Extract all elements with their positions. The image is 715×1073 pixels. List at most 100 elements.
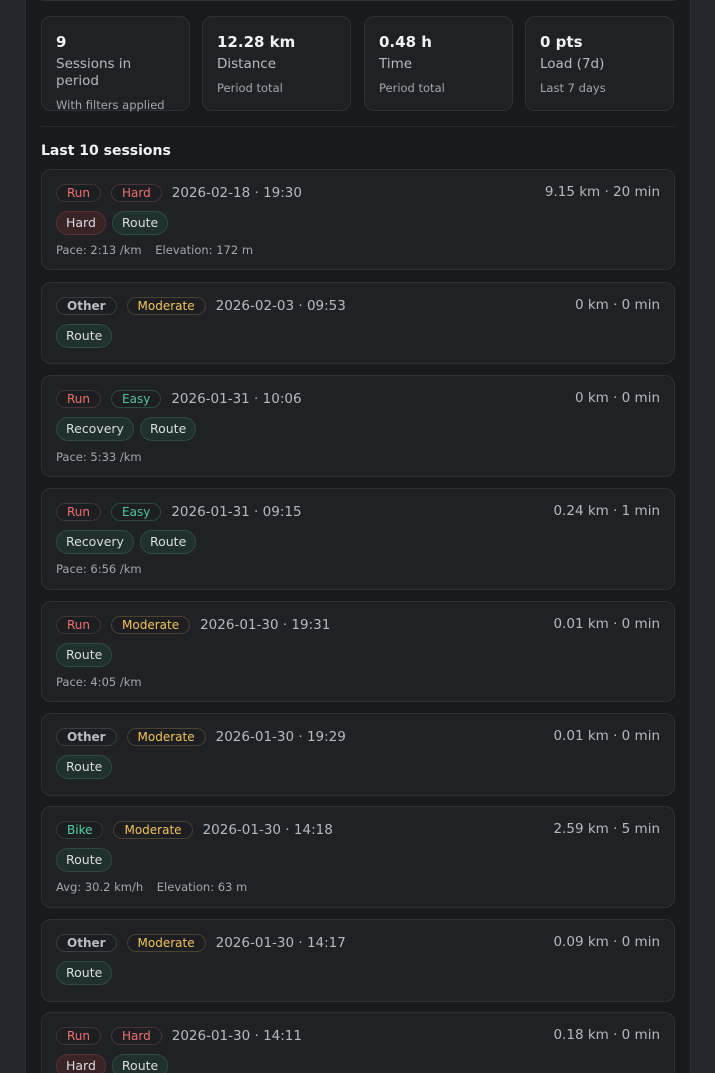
session-card[interactable]: Other Moderate 2026-01-30 · 19:29 0.01 k… xyxy=(41,713,675,796)
tag-route: Route xyxy=(56,643,113,667)
session-header: Other Moderate 2026-01-30 · 14:17 xyxy=(56,933,346,953)
session-header: Other Moderate 2026-01-30 · 19:29 xyxy=(56,727,346,747)
session-header: Run Easy 2026-01-31 · 09:15 xyxy=(56,502,302,522)
session-meta: Pace: 4:05 /km xyxy=(56,675,152,689)
intensity-badge: Easy xyxy=(111,390,162,408)
session-card[interactable]: Other Moderate 2026-01-30 · 14:17 0.09 k… xyxy=(41,919,675,1002)
tag-route: Route xyxy=(111,1054,169,1073)
tag-list: Recovery Route xyxy=(56,417,202,441)
session-summary: 0 km · 0 min xyxy=(574,390,660,406)
sport-badge: Run xyxy=(56,616,102,634)
tag-route: Route xyxy=(139,417,197,441)
session-datetime: 2026-01-30 · 14:18 xyxy=(202,822,333,838)
session-datetime: 2026-01-31 · 10:06 xyxy=(171,391,302,407)
stat-label: Sessions in period xyxy=(56,56,132,89)
tag-recovery: Recovery xyxy=(56,530,134,554)
tag-list: Route xyxy=(56,848,118,872)
session-header: Run Hard 2026-01-30 · 14:11 xyxy=(56,1026,302,1046)
sport-badge: Other xyxy=(56,934,117,952)
session-meta: Pace: 5:33 /km xyxy=(56,450,152,464)
intensity-badge: Moderate xyxy=(126,297,206,315)
sport-badge: Other xyxy=(56,728,117,746)
session-card[interactable]: Run Moderate 2026-01-30 · 19:31 0.01 km … xyxy=(41,601,675,702)
tag-list: Hard Route xyxy=(56,211,174,235)
intensity-badge: Hard xyxy=(111,184,162,202)
tag-list: Recovery Route xyxy=(56,530,202,554)
session-card[interactable]: Run Easy 2026-01-31 · 10:06 0 km · 0 min… xyxy=(41,375,675,477)
stat-card-distance: 12.28 km Distance Period total xyxy=(202,16,351,111)
session-header: Run Easy 2026-01-31 · 10:06 xyxy=(56,389,302,409)
session-summary: 0.01 km · 0 min xyxy=(553,616,660,632)
session-datetime: 2026-01-30 · 14:11 xyxy=(171,1028,302,1044)
session-header: Run Hard 2026-02-18 · 19:30 xyxy=(56,183,302,203)
session-summary: 0.18 km · 0 min xyxy=(553,1027,660,1043)
session-card[interactable]: Other Moderate 2026-02-03 · 09:53 0 km ·… xyxy=(41,282,675,364)
meta-elevation: Elevation: 172 m xyxy=(155,243,254,257)
session-card[interactable]: Bike Moderate 2026-01-30 · 14:18 2.59 km… xyxy=(41,806,675,908)
session-datetime: 2026-01-30 · 19:29 xyxy=(215,729,346,745)
session-summary: 0.24 km · 1 min xyxy=(553,503,660,519)
session-card[interactable]: Run Hard 2026-02-18 · 19:30 9.15 km · 20… xyxy=(41,169,675,270)
session-summary: 0.09 km · 0 min xyxy=(553,934,660,950)
tag-route: Route xyxy=(56,755,113,779)
tag-route: Route xyxy=(56,961,113,985)
session-card[interactable]: Run Hard 2026-01-30 · 14:11 0.18 km · 0 … xyxy=(41,1012,675,1073)
stat-sub: Period total xyxy=(217,81,283,95)
stats-row: 9 Sessions in period With filters applie… xyxy=(41,16,675,112)
stat-label: Load (7d) xyxy=(540,56,605,72)
sport-badge: Bike xyxy=(56,821,104,839)
tag-list: Route xyxy=(56,961,118,985)
stat-value: 12.28 km xyxy=(217,33,296,51)
tag-list: Route xyxy=(56,324,118,348)
session-datetime: 2026-02-03 · 09:53 xyxy=(215,298,346,314)
meta-pace: Pace: 6:56 /km xyxy=(56,562,142,576)
session-meta: Pace: 6:56 /km xyxy=(56,562,152,576)
stat-sub: Last 7 days xyxy=(540,81,606,95)
sport-badge: Run xyxy=(56,1027,102,1045)
tag-list: Hard Route xyxy=(56,1054,174,1073)
stat-card-load: 0 pts Load (7d) Last 7 days xyxy=(525,16,674,111)
sport-badge: Run xyxy=(56,503,102,521)
session-datetime: 2026-01-30 · 19:31 xyxy=(200,617,331,633)
intensity-badge: Moderate xyxy=(126,728,206,746)
session-datetime: 2026-02-18 · 19:30 xyxy=(171,185,302,201)
tag-route: Route xyxy=(56,848,113,872)
session-datetime: 2026-01-30 · 14:17 xyxy=(215,935,346,951)
tag-list: Route xyxy=(56,643,118,667)
session-summary: 0.01 km · 0 min xyxy=(553,728,660,744)
meta-pace: Pace: 5:33 /km xyxy=(56,450,142,464)
meta-pace: Pace: 4:05 /km xyxy=(56,675,142,689)
tag-list: Route xyxy=(56,755,118,779)
tag-hard: Hard xyxy=(56,1054,106,1073)
session-header: Bike Moderate 2026-01-30 · 14:18 xyxy=(56,820,333,840)
stat-value: 0.48 h xyxy=(379,33,432,51)
session-summary: 0 km · 0 min xyxy=(574,297,660,313)
session-summary: 9.15 km · 20 min xyxy=(544,184,660,200)
sport-badge: Run xyxy=(56,184,102,202)
stat-card-sessions: 9 Sessions in period With filters applie… xyxy=(41,16,190,112)
stat-value: 9 xyxy=(56,33,67,51)
stat-label: Time xyxy=(379,56,413,72)
top-divider xyxy=(41,0,675,1)
stat-label: Distance xyxy=(217,56,277,72)
section-title: Last 10 sessions xyxy=(41,143,171,159)
session-header: Other Moderate 2026-02-03 · 09:53 xyxy=(56,296,346,316)
tag-route: Route xyxy=(56,324,113,348)
intensity-badge: Moderate xyxy=(126,934,206,952)
intensity-badge: Hard xyxy=(111,1027,162,1045)
session-datetime: 2026-01-31 · 09:15 xyxy=(171,504,302,520)
meta-pace: Pace: 2:13 /km xyxy=(56,243,142,257)
stat-sub: Period total xyxy=(379,81,445,95)
sport-badge: Other xyxy=(56,297,117,315)
stat-value: 0 pts xyxy=(540,33,583,51)
session-card[interactable]: Run Easy 2026-01-31 · 09:15 0.24 km · 1 … xyxy=(41,488,675,590)
meta-avg-speed: Avg: 30.2 km/h xyxy=(56,880,144,894)
stat-card-time: 0.48 h Time Period total xyxy=(364,16,513,111)
session-meta: Avg: 30.2 km/h Elevation: 63 m xyxy=(56,880,257,894)
tag-route: Route xyxy=(139,530,197,554)
session-summary: 2.59 km · 5 min xyxy=(553,821,660,837)
session-meta: Pace: 2:13 /km Elevation: 172 m xyxy=(56,243,263,257)
stat-sub: With filters applied xyxy=(56,98,165,112)
intensity-badge: Moderate xyxy=(111,616,191,634)
sport-badge: Run xyxy=(56,390,102,408)
